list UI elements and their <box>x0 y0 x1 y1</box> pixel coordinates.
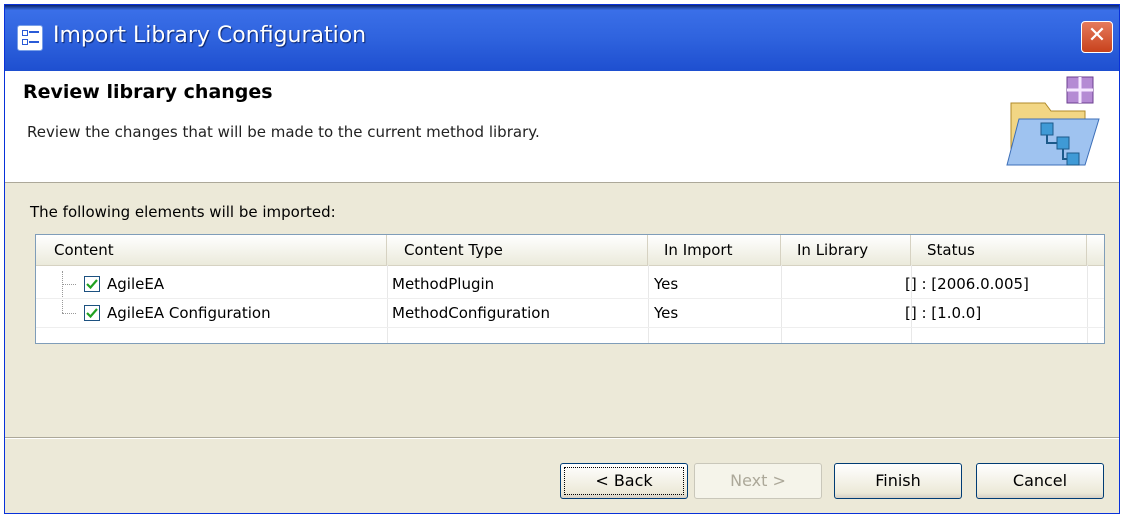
column-header-content[interactable]: Content <box>36 235 387 265</box>
title-bar[interactable]: Import Library Configuration ✕ <box>5 5 1119 71</box>
import-table[interactable]: Content Content Type In Import In Librar… <box>35 234 1105 344</box>
imported-elements-label: The following elements will be imported: <box>30 203 336 221</box>
back-button[interactable]: < Back <box>560 463 688 499</box>
table-row[interactable]: AgileEA Configuration MethodConfiguratio… <box>36 299 1104 328</box>
page-description: Review the changes that will be made to … <box>27 123 540 141</box>
import-dialog: Import Library Configuration ✕ Review li… <box>4 4 1120 514</box>
checkmark-icon <box>86 308 98 319</box>
button-separator <box>5 437 1119 439</box>
column-header-in-import[interactable]: In Import <box>648 235 781 265</box>
table-header: Content Content Type In Import In Librar… <box>36 235 1104 266</box>
row-status: [] : [2006.0.005] <box>905 275 1029 293</box>
row-in-import: Yes <box>654 304 679 322</box>
app-icon <box>17 25 43 51</box>
row-content-type: MethodConfiguration <box>392 304 550 322</box>
column-header-in-library[interactable]: In Library <box>781 235 911 265</box>
table-row[interactable]: AgileEA MethodPlugin Yes [] : [2006.0.00… <box>36 270 1104 299</box>
column-header-content-type[interactable]: Content Type <box>387 235 648 265</box>
finish-button[interactable]: Finish <box>834 463 962 499</box>
library-import-icon <box>1006 76 1100 166</box>
row-status: [] : [1.0.0] <box>905 304 982 322</box>
window-title: Import Library Configuration <box>53 23 367 48</box>
checkbox-agileea[interactable] <box>84 276 100 292</box>
cancel-button[interactable]: Cancel <box>976 463 1104 499</box>
page-title: Review library changes <box>23 81 273 103</box>
column-header-status[interactable]: Status <box>911 235 1087 265</box>
row-content: AgileEA Configuration <box>107 304 271 322</box>
next-button[interactable]: Next > <box>694 463 822 499</box>
checkmark-icon <box>86 279 98 290</box>
row-content-type: MethodPlugin <box>392 275 495 293</box>
row-in-import: Yes <box>654 275 679 293</box>
close-button[interactable]: ✕ <box>1081 21 1113 53</box>
row-content: AgileEA <box>107 275 165 293</box>
wizard-header: Review library changes Review the change… <box>5 71 1119 183</box>
checkbox-agileea-configuration[interactable] <box>84 305 100 321</box>
